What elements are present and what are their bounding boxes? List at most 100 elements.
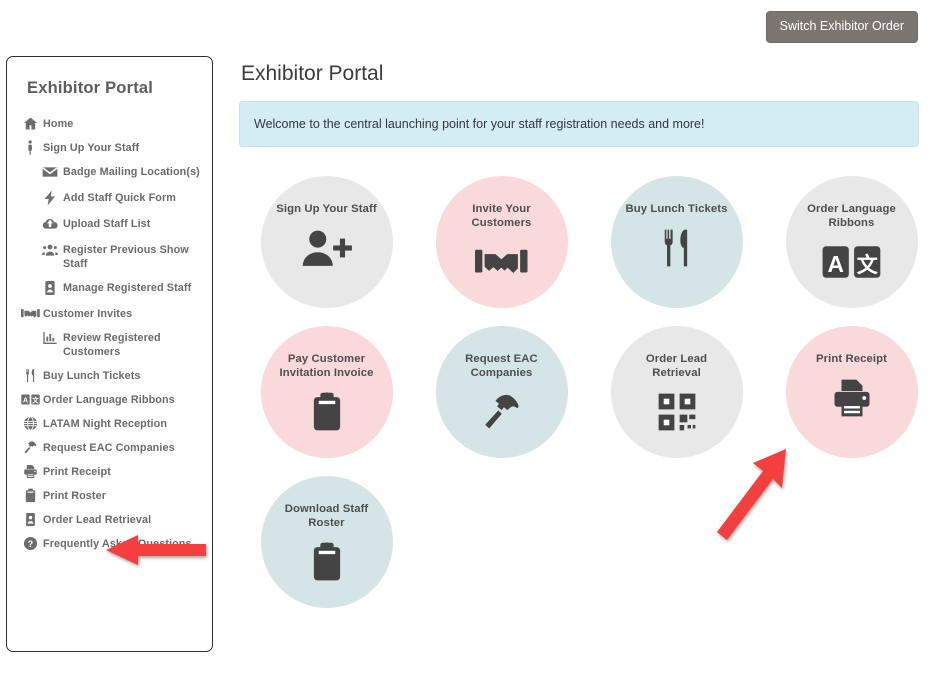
sidebar-item-label: Manage Registered Staff: [63, 282, 192, 294]
language-icon: A文: [821, 240, 882, 284]
svg-text:?: ?: [28, 538, 33, 548]
tile-circle: Request EAC Companies: [435, 326, 568, 458]
tile-label: Buy Lunch Tickets: [625, 203, 728, 215]
tile-circle: Order Language Ribbons A 文: [785, 176, 918, 308]
sidebar-item-add-staff-quick-form[interactable]: Add Staff Quick Form: [39, 189, 202, 207]
sidebar-item-register-previous-show-staff[interactable]: Register Previous Show Staff: [39, 241, 202, 271]
person-icon: [21, 139, 40, 155]
utensils-icon: [21, 367, 40, 383]
sidebar-item-label: Order Language Ribbons: [43, 394, 175, 406]
sidebar-item-buy-lunch-tickets[interactable]: Buy Lunch Tickets: [21, 367, 202, 383]
sidebar-item-latam-night-reception[interactable]: LATAM Night Reception: [21, 415, 202, 431]
sidebar-item-label: Review Registered Customers: [63, 332, 161, 358]
clipboard-icon: [21, 487, 40, 503]
tile-label: Request EAC Companies: [465, 353, 538, 379]
tile-label: Invite Your Customers: [471, 203, 532, 229]
exhibitor-portal-page: Switch Exhibitor Order Exhibitor Portal …: [0, 0, 936, 678]
sidebar-item-review-registered-customers[interactable]: Review Registered Customers: [39, 329, 202, 359]
sidebar-item-label: Add Staff Quick Form: [63, 192, 176, 204]
sidebar-item-upload-staff-list[interactable]: Upload Staff List: [39, 215, 202, 233]
sidebar-item-label: Sign Up Your Staff: [43, 142, 140, 154]
main-content: Exhibitor Portal Welcome to the central …: [239, 62, 919, 617]
globe-icon: [21, 415, 40, 431]
tile-label: Print Receipt: [816, 353, 887, 365]
sidebar-item-order-lead-retrieval[interactable]: Order Lead Retrieval: [21, 511, 202, 527]
tile-grid: Sign Up Your Staff Invite Your Customers B…: [239, 167, 936, 617]
clipboard-icon: [306, 540, 348, 584]
tile-request-eac-companies[interactable]: Request EAC Companies: [414, 317, 589, 467]
tile-circle: Order Lead Retrieval: [610, 326, 743, 458]
sidebar-item-home[interactable]: Home: [21, 115, 202, 131]
printer-icon: [831, 376, 873, 420]
hammer-icon: [481, 390, 523, 434]
id-badge-icon: [39, 279, 60, 297]
hammer-icon: [21, 439, 40, 455]
printer-icon: [21, 463, 40, 479]
svg-text:文: 文: [32, 395, 39, 404]
welcome-banner: Welcome to the central launching point f…: [239, 101, 919, 147]
tile-order-lead-retrieval[interactable]: Order Lead Retrieval: [589, 317, 764, 467]
sidebar-item-label: Badge Mailing Location(s): [63, 166, 200, 178]
tile-label: Order Lead Retrieval: [645, 353, 708, 379]
sidebar-item-label: Print Receipt: [43, 466, 111, 478]
tile-print-receipt[interactable]: Print Receipt: [764, 317, 936, 467]
sidebar-title: Exhibitor Portal: [27, 79, 154, 97]
tile-circle: Sign Up Your Staff: [260, 176, 393, 308]
sidebar-item-print-roster[interactable]: Print Roster: [21, 487, 202, 503]
tile-circle: Pay Customer Invitation Invoice: [260, 326, 393, 458]
sidebar-item-sign-up-your-staff[interactable]: Sign Up Your Staff: [21, 139, 202, 155]
sidebar-item-label: LATAM Night Reception: [43, 418, 168, 430]
sidebar-item-label: Customer Invites: [43, 308, 133, 320]
sidebar-item-label: Buy Lunch Tickets: [43, 370, 141, 382]
switch-exhibitor-order-button[interactable]: Switch Exhibitor Order: [765, 11, 918, 43]
question-circle-icon: ?: [21, 535, 40, 551]
home-icon: [21, 115, 40, 131]
utensils-icon: [656, 226, 698, 270]
clipboard-icon: [306, 390, 348, 434]
sidebar-item-label: Request EAC Companies: [43, 442, 175, 454]
language-icon: A文: [21, 391, 40, 407]
user-plus-icon: [299, 226, 354, 270]
tile-circle: Download Staff Roster: [260, 476, 393, 608]
sidebar-item-manage-registered-staff[interactable]: Manage Registered Staff: [39, 279, 202, 297]
handshake-icon: [21, 305, 40, 321]
envelope-icon: [39, 163, 60, 181]
sidebar-item-label: Print Roster: [43, 490, 106, 502]
svg-text:文: 文: [857, 253, 879, 277]
bar-chart-icon: [39, 329, 60, 347]
svg-text:A: A: [23, 395, 29, 404]
page-title: Exhibitor Portal: [241, 62, 384, 85]
qrcode-icon: [656, 390, 698, 434]
sidebar-nav-list: Home Sign Up Your Staff Badge Mailing Loca…: [21, 115, 202, 551]
sidebar-item-print-receipt[interactable]: Print Receipt: [21, 463, 202, 479]
sidebar-item-request-eac-companies[interactable]: Request EAC Companies: [21, 439, 202, 455]
tile-circle: Invite Your Customers: [435, 176, 568, 308]
handshake-icon: [475, 240, 528, 284]
tile-download-staff-roster[interactable]: Download Staff Roster: [239, 467, 414, 617]
sidebar-item-label: Order Lead Retrieval: [43, 514, 152, 526]
sidebar-item-customer-invites[interactable]: Customer Invites: [21, 305, 202, 321]
sidebar-item-order-language-ribbons[interactable]: A 文 Order Language Ribbons: [21, 391, 202, 407]
cloud-upload-icon: [39, 215, 60, 233]
users-icon: [39, 241, 60, 259]
tile-circle: Buy Lunch Tickets: [610, 176, 743, 308]
id-badge-icon: [21, 511, 40, 527]
sidebar-item-frequently-asked-questions[interactable]: ? Frequently Asked Questions: [21, 535, 202, 551]
tile-invite-your-customers[interactable]: Invite Your Customers: [414, 167, 589, 317]
sidebar-item-label: Frequently Asked Questions: [43, 538, 192, 550]
tile-buy-lunch-tickets[interactable]: Buy Lunch Tickets: [589, 167, 764, 317]
tile-label: Order Language Ribbons: [807, 203, 896, 229]
sidebar-panel: Exhibitor Portal Home Sign Up Your Staff B…: [6, 56, 213, 652]
sidebar-item-label: Home: [43, 118, 74, 130]
tile-label: Download Staff Roster: [284, 503, 369, 529]
svg-text:A: A: [828, 251, 844, 277]
sidebar-item-badge-mailing-location-s[interactable]: Badge Mailing Location(s): [39, 163, 202, 181]
tile-label: Pay Customer Invitation Invoice: [279, 353, 374, 379]
tile-order-language-ribbons[interactable]: Order Language Ribbons A 文: [764, 167, 936, 317]
tile-sign-up-your-staff[interactable]: Sign Up Your Staff: [239, 167, 414, 317]
truncated-top-text: [0, 0, 936, 7]
tile-circle: Print Receipt: [785, 326, 918, 458]
bolt-icon: [39, 189, 60, 207]
sidebar-item-label: Upload Staff List: [63, 218, 151, 230]
tile-pay-customer-invitation-invoice[interactable]: Pay Customer Invitation Invoice: [239, 317, 414, 467]
